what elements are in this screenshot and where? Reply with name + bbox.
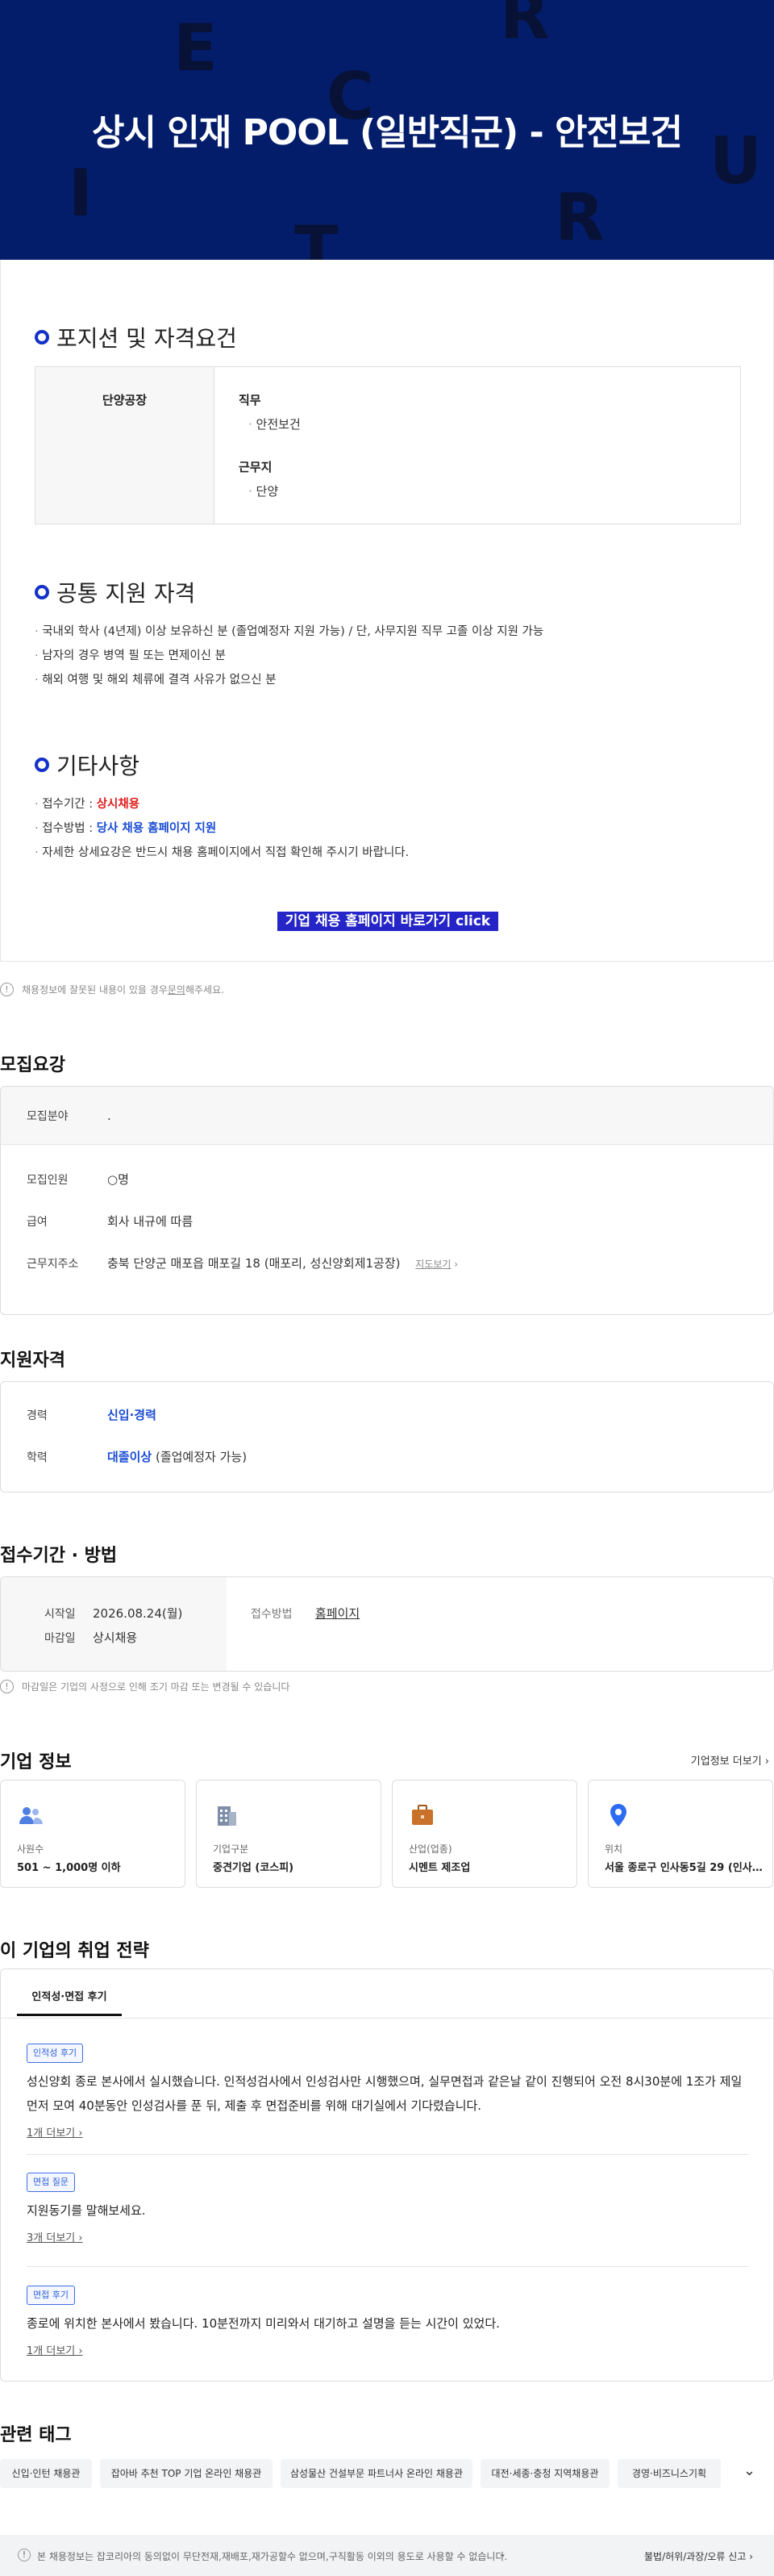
tag-item[interactable]: 잡아바 추천 TOP 기업 온라인 채용관 <box>100 2459 273 2488</box>
report-error-link[interactable]: 불법/허위/과장/오류 신고 › <box>644 2549 753 2563</box>
page-title: 상시 인재 POOL (일반직군) - 안전보건 <box>92 112 683 153</box>
chevron-right-icon: › <box>761 1756 769 1768</box>
building-icon <box>213 1802 240 1829</box>
method-label: 접수방법 <box>251 1608 293 1621</box>
company-more-link[interactable]: 기업정보 더보기 › <box>691 1752 769 1768</box>
career-value: 신입·경력 <box>107 1408 156 1422</box>
deadline-notice: ! 마감일은 기업의 사정으로 인해 조기 마감 또는 변경될 수 있습니다 <box>0 1680 289 1693</box>
apply-title: 접수기간 · 방법 <box>0 1546 118 1566</box>
info-icon: ! <box>18 2549 31 2561</box>
strategy-box: 인적성·면접 후기 인적성 후기 성신양회 종로 본사에서 실시했습니다. 인적… <box>0 1969 774 2382</box>
chevron-right-icon: › <box>451 1259 459 1270</box>
career-label: 경력 <box>27 1409 48 1422</box>
count-label: 모집인원 <box>27 1174 69 1187</box>
field-label: 모집분야 <box>27 1110 69 1123</box>
users-icon <box>17 1802 44 1829</box>
workplace-value: 단양 <box>248 482 301 499</box>
field-value: . <box>107 1108 111 1123</box>
tag-item[interactable]: 경영·비즈니스기획 <box>618 2459 721 2488</box>
method-link[interactable]: 홈페이지 <box>315 1606 360 1621</box>
tab-interview-review[interactable]: 인적성·면접 후기 <box>17 1981 122 2016</box>
company-homepage-button[interactable]: 기업 채용 홈페이지 바로가기 click <box>277 912 498 931</box>
list-item: 남자의 경우 병역 필 또는 면제이신 분 <box>35 644 543 668</box>
info-icon: ! <box>0 983 14 996</box>
report-notice: ! 채용정보에 잘못된 내용이 있을 경우 문의 해주세요. <box>0 983 224 996</box>
end-label: 마감일 <box>44 1632 76 1645</box>
section-title-common: 공통 지원 자격 <box>35 576 195 608</box>
footer-bar: ! 본 채용정보는 잡코리아의 동의없이 무단전재,재배포,재가공할수 없으며,… <box>0 2535 774 2576</box>
position-location: 단양공장 <box>35 367 214 524</box>
strategy-title: 이 기업의 취업 전략 <box>0 1941 149 1961</box>
info-icon: ! <box>0 1680 14 1693</box>
company-card-employees: 사원수 501 ~ 1,000명 이하 <box>0 1780 185 1888</box>
apply-box: 시작일 2026.08.24(월) 마감일 상시채용 접수방법 홈페이지 <box>0 1576 774 1672</box>
job-value: 안전보건 <box>248 415 301 432</box>
list-item: 접수기간 : 상시채용 <box>35 792 409 816</box>
recruit-title: 모집요강 <box>0 1055 65 1075</box>
company-title: 기업 정보 <box>0 1752 72 1772</box>
tag-item[interactable]: 신입·인턴 채용관 <box>0 2459 92 2488</box>
map-link[interactable]: 지도보기 <box>415 1259 451 1270</box>
hero-decoration: R <box>500 0 550 53</box>
hero-decoration: E <box>173 10 218 86</box>
tag-item[interactable]: 대전·세종·충청 지역채용관 <box>481 2459 610 2488</box>
common-requirements-list: 국내외 학사 (4년제) 이상 보유하신 분 (졸업예정자 지원 가능) / 단… <box>35 620 543 692</box>
more-link[interactable]: 1개 더보기 › <box>27 2342 83 2357</box>
qualification-title: 지원자격 <box>0 1351 65 1371</box>
bullet-ring-icon <box>35 758 49 772</box>
bullet-ring-icon <box>35 585 49 599</box>
count-value: ○명 <box>107 1172 129 1187</box>
review-text: 지원동기를 말해보세요. <box>27 2203 146 2218</box>
review-text: 성신양회 종로 본사에서 실시했습니다. 인적성검사에서 인성검사만 시행했으며… <box>27 2074 743 2113</box>
chevron-down-icon[interactable]: ⌄ <box>743 2462 755 2479</box>
badge-interview-review: 면접 후기 <box>27 2286 75 2305</box>
briefcase-icon <box>409 1802 436 1829</box>
education-value: 대졸이상 <box>107 1450 152 1464</box>
section-title-position: 포지션 및 자격요건 <box>35 321 237 353</box>
company-card-location: 위치 서울 종로구 인사동5길 29 (인사동, 태화빌딩) <box>588 1780 773 1888</box>
hero-decoration: I <box>69 156 93 231</box>
footer-notice: 본 채용정보는 잡코리아의 동의없이 무단전재,재배포,재가공할수 없으며,구직… <box>37 2551 508 2562</box>
more-link[interactable]: 1개 더보기 › <box>27 2124 83 2140</box>
location-pin-icon <box>605 1802 632 1829</box>
company-card-type: 기업구분 중견기업 (코스피) <box>196 1780 381 1888</box>
end-value: 상시채용 <box>93 1630 138 1645</box>
list-item: 해외 여행 및 해외 체류에 결격 사유가 없으신 분 <box>35 668 543 692</box>
section-title-etc: 기타사항 <box>35 749 139 781</box>
qualification-box: 경력 신입·경력 학력 대졸이상 (졸업예정자 가능) <box>0 1381 774 1493</box>
bullet-ring-icon <box>35 330 49 344</box>
salary-value: 회사 내규에 따름 <box>107 1214 194 1229</box>
position-table: 단양공장 직무 안전보건 근무지 단양 <box>35 366 741 524</box>
badge-aptitude: 인적성 후기 <box>27 2044 84 2063</box>
salary-label: 급여 <box>27 1216 48 1229</box>
recruit-box: 모집분야. 모집인원 ○명 급여 회사 내규에 따름 근무지주소 충북 단양군 매포읍… <box>0 1086 774 1315</box>
education-label: 학력 <box>27 1451 48 1464</box>
chevron-down-icon[interactable]: ⌄ <box>498 2548 506 2559</box>
hero-decoration: T <box>294 212 339 261</box>
hero-banner: E R C U I R T 상시 인재 POOL (일반직군) - 안전보건 <box>0 0 774 260</box>
job-detail-content: 포지션 및 자격요건 단양공장 직무 안전보건 근무지 단양 공통 지원 자격 … <box>0 260 774 962</box>
address-value: 충북 단양군 매포읍 매포길 18 (매포리, 성신양회제1공장) <box>107 1256 401 1271</box>
inquiry-link[interactable]: 문의 <box>168 983 185 996</box>
list-item: 접수방법 : 당사 채용 홈페이지 지원 <box>35 816 409 841</box>
more-link[interactable]: 3개 더보기 › <box>27 2229 83 2244</box>
job-label: 직무 <box>239 393 261 407</box>
address-label: 근무지주소 <box>27 1258 79 1271</box>
tag-item[interactable]: 삼성물산 건설부문 파트너사 온라인 채용관 <box>281 2459 472 2488</box>
start-value: 2026.08.24(월) <box>93 1606 183 1621</box>
company-card-industry: 산업(업종) 시멘트 제조업 <box>392 1780 577 1888</box>
tags-title: 관련 태그 <box>0 2425 72 2445</box>
workplace-label: 근무지 <box>239 460 273 474</box>
review-text: 종로에 위치한 본사에서 봤습니다. 10분전까지 미리와서 대기하고 설명을 … <box>27 2316 500 2331</box>
list-item: 자세한 상세요강은 반드시 채용 홈페이지에서 직접 확인해 주시기 바랍니다. <box>35 841 409 865</box>
list-item: 국내외 학사 (4년제) 이상 보유하신 분 (졸업예정자 지원 가능) / 단… <box>35 620 543 644</box>
badge-interview-question: 면접 질문 <box>27 2173 75 2192</box>
start-label: 시작일 <box>44 1608 76 1621</box>
etc-list: 접수기간 : 상시채용 접수방법 : 당사 채용 홈페이지 지원 자세한 상세요… <box>35 792 409 865</box>
hero-decoration: R <box>555 180 605 255</box>
